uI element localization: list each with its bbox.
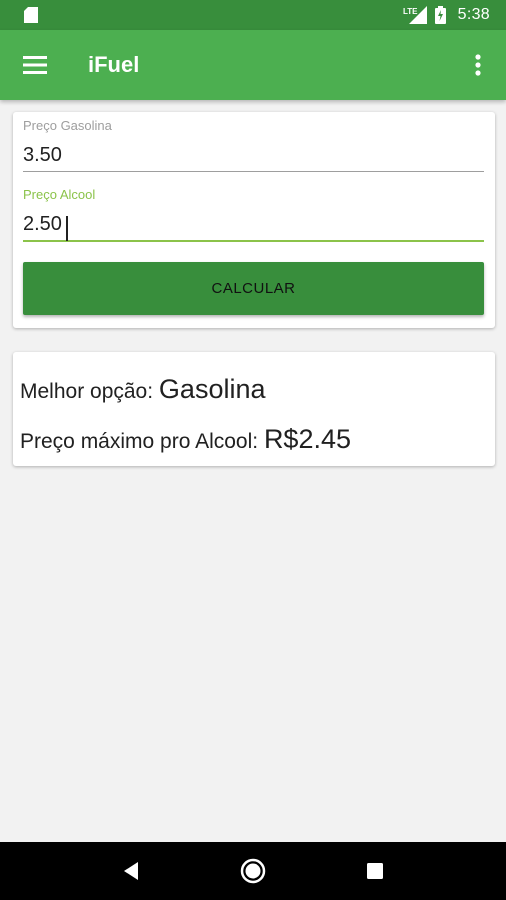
alcohol-price-input[interactable]	[23, 210, 484, 238]
home-icon	[240, 858, 266, 884]
back-icon	[124, 862, 138, 880]
more-vert-icon	[475, 54, 481, 76]
recents-icon	[367, 863, 383, 879]
overflow-menu-button[interactable]	[450, 30, 506, 100]
sd-card-icon	[24, 7, 38, 23]
max-price-row: Preço máximo pro Alcool: R$2.45	[20, 424, 351, 455]
menu-icon	[23, 56, 47, 74]
gasoline-price-underline	[23, 171, 484, 172]
max-price-label: Preço máximo pro Alcool:	[20, 430, 264, 453]
gasoline-price-input[interactable]	[23, 141, 484, 169]
gasoline-price-label: Preço Gasolina	[23, 118, 112, 133]
app-title: iFuel	[88, 52, 140, 77]
svg-text:LTE: LTE	[403, 7, 418, 16]
menu-button[interactable]	[0, 30, 70, 100]
lte-signal-icon: LTE	[403, 6, 427, 24]
best-option-label: Melhor opção:	[20, 380, 159, 403]
best-option-row: Melhor opção: Gasolina	[20, 374, 266, 405]
status-bar: LTE 5:38	[0, 0, 506, 30]
alcohol-price-field: Preço Alcool	[23, 187, 484, 242]
best-option-value: Gasolina	[158, 374, 266, 404]
gasoline-price-field: Preço Gasolina	[23, 118, 484, 172]
status-time: 5:38	[457, 6, 490, 23]
text-cursor	[66, 216, 68, 241]
alcohol-price-underline	[23, 240, 484, 242]
navigation-bar	[0, 842, 506, 900]
home-button[interactable]	[223, 842, 283, 900]
app-bar: iFuel	[0, 30, 506, 100]
battery-charging-icon	[434, 6, 446, 24]
calculate-button[interactable]: CALCULAR	[23, 262, 484, 315]
max-price-value: R$2.45	[263, 424, 352, 454]
result-card: Melhor opção: Gasolina Preço máximo pro …	[13, 352, 495, 466]
recents-button[interactable]	[345, 842, 405, 900]
back-button[interactable]	[101, 842, 161, 900]
alcohol-price-label: Preço Alcool	[23, 187, 96, 202]
input-card: Preço Gasolina Preço Alcool CALCULAR	[13, 112, 495, 328]
